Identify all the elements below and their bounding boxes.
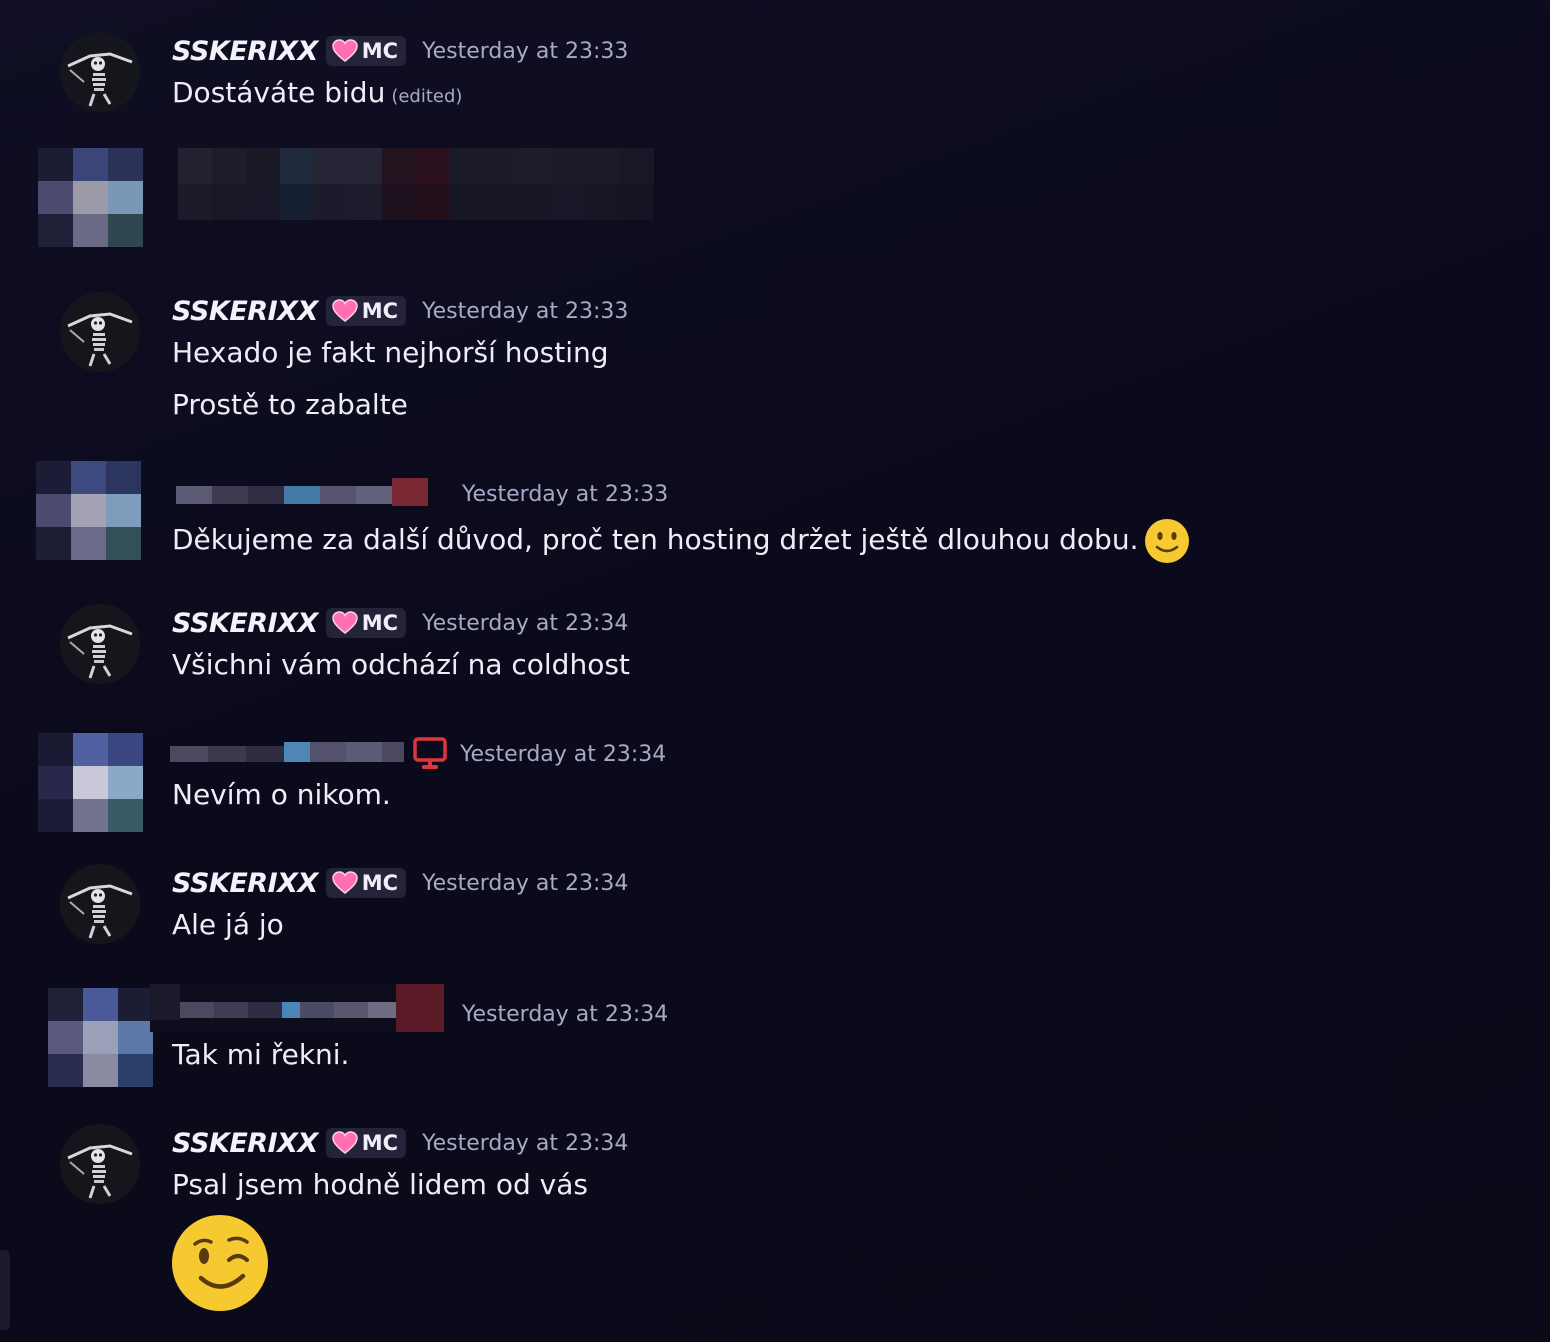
redacted-username [176, 478, 428, 506]
timestamp[interactable]: Yesterday at 23:34 [422, 871, 628, 896]
desktop-icon [413, 737, 447, 769]
message-header: SSKERIXX MC Yesterday at 23:34 [172, 1125, 628, 1161]
heart-icon [332, 1131, 358, 1154]
server-tag[interactable]: MC [325, 296, 407, 326]
message-header: Yesterday at 23:33 [462, 476, 668, 512]
server-tag-label: MC [361, 39, 399, 63]
timestamp[interactable]: Yesterday at 23:33 [422, 39, 628, 64]
username[interactable]: SSKERIXX [172, 36, 318, 67]
redacted-username [170, 736, 404, 766]
slightly-smiling-face-icon [1145, 519, 1190, 563]
redacted-username [150, 984, 444, 1032]
message-line: Prostě to zabalte [172, 388, 408, 421]
message-header: Yesterday at 23:34 [460, 736, 666, 772]
redacted-avatar [38, 148, 143, 247]
message-text: Děkujeme za další důvod, proč ten hostin… [172, 518, 1190, 564]
message-text: Dostáváte bidu (edited) [172, 76, 462, 109]
message-line: Děkujeme za další důvod, proč ten hostin… [172, 523, 1139, 556]
redacted-avatar [36, 461, 141, 560]
avatar[interactable] [60, 604, 140, 684]
avatar[interactable] [60, 292, 140, 372]
message-line: Hexado je fakt nejhorší hosting [172, 336, 609, 369]
skeleton-avatar-icon [60, 604, 140, 684]
server-tag[interactable]: MC [325, 608, 407, 638]
message-header: SSKERIXX MC Yesterday at 23:34 [172, 605, 628, 641]
server-tag-label: MC [361, 611, 399, 635]
username[interactable]: SSKERIXX [172, 1128, 318, 1159]
timestamp[interactable]: Yesterday at 23:34 [462, 1002, 668, 1027]
message-line: Tak mi řekni. [172, 1038, 350, 1071]
redacted-username [178, 148, 654, 184]
redacted-avatar [38, 733, 143, 832]
heart-icon [332, 39, 358, 62]
timestamp[interactable]: Yesterday at 23:34 [460, 742, 666, 767]
skeleton-avatar-icon [60, 864, 140, 944]
message-line: Všichni vám odchází na coldhost [172, 648, 630, 681]
message-line: Ale já jo [172, 908, 284, 941]
heart-icon [332, 299, 358, 322]
skeleton-avatar-icon [60, 1124, 140, 1204]
message-line: Nevím o nikom. [172, 778, 391, 811]
side-scroll-handle [0, 1250, 10, 1330]
skeleton-avatar-icon [60, 292, 140, 372]
avatar[interactable] [60, 1124, 140, 1204]
message-line: Dostáváte bidu [172, 76, 386, 109]
edited-label: (edited) [391, 86, 463, 107]
avatar[interactable] [60, 32, 140, 112]
server-tag[interactable]: MC [325, 868, 407, 898]
redacted-avatar [48, 988, 153, 1087]
message-header: SSKERIXX MC Yesterday at 23:33 [172, 33, 628, 69]
timestamp[interactable]: Yesterday at 23:33 [422, 299, 628, 324]
username[interactable]: SSKERIXX [172, 868, 318, 899]
server-tag[interactable]: MC [325, 36, 407, 66]
redacted-text [178, 184, 654, 220]
username[interactable]: SSKERIXX [172, 608, 318, 639]
avatar[interactable] [60, 864, 140, 944]
username[interactable]: SSKERIXX [172, 296, 318, 327]
server-tag[interactable]: MC [325, 1128, 407, 1158]
skeleton-avatar-icon [60, 32, 140, 112]
heart-icon [332, 611, 358, 634]
timestamp[interactable]: Yesterday at 23:33 [462, 482, 668, 507]
message-line: Psal jsem hodně lidem od vás [172, 1168, 588, 1201]
server-tag-label: MC [361, 871, 399, 895]
message-header: Yesterday at 23:34 [462, 996, 668, 1032]
winking-face-icon [172, 1215, 268, 1311]
timestamp[interactable]: Yesterday at 23:34 [422, 611, 628, 636]
server-tag-label: MC [361, 1131, 399, 1155]
message-header: SSKERIXX MC Yesterday at 23:33 [172, 293, 628, 329]
heart-icon [332, 871, 358, 894]
timestamp[interactable]: Yesterday at 23:34 [422, 1131, 628, 1156]
message-header: SSKERIXX MC Yesterday at 23:34 [172, 865, 628, 901]
server-tag-label: MC [361, 299, 399, 323]
